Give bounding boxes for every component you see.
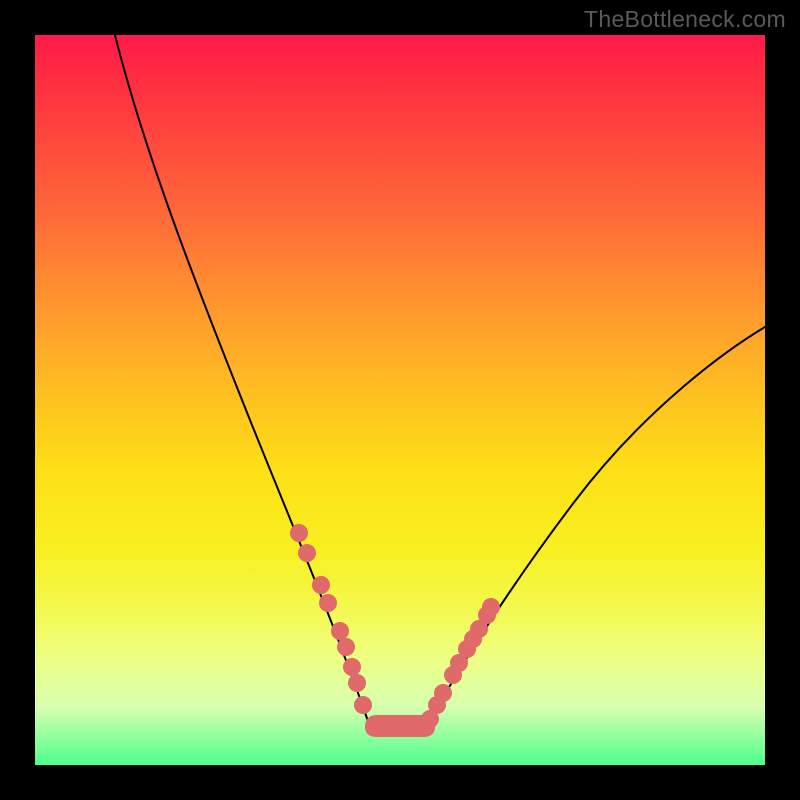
right-curve	[425, 327, 765, 729]
dot	[312, 576, 330, 594]
dot	[444, 666, 462, 684]
left-curve	[115, 35, 370, 727]
dot	[319, 594, 337, 612]
dot	[348, 674, 366, 692]
dot	[290, 524, 308, 542]
dot	[331, 622, 349, 640]
dot	[298, 544, 316, 562]
dot	[337, 638, 355, 656]
dot	[343, 658, 361, 676]
chart-plot-area	[35, 35, 765, 765]
right-dot-cluster	[421, 598, 500, 728]
dot	[421, 710, 439, 728]
dot	[354, 696, 372, 714]
watermark-text: TheBottleneck.com	[584, 6, 786, 33]
chart-svg	[35, 35, 765, 765]
